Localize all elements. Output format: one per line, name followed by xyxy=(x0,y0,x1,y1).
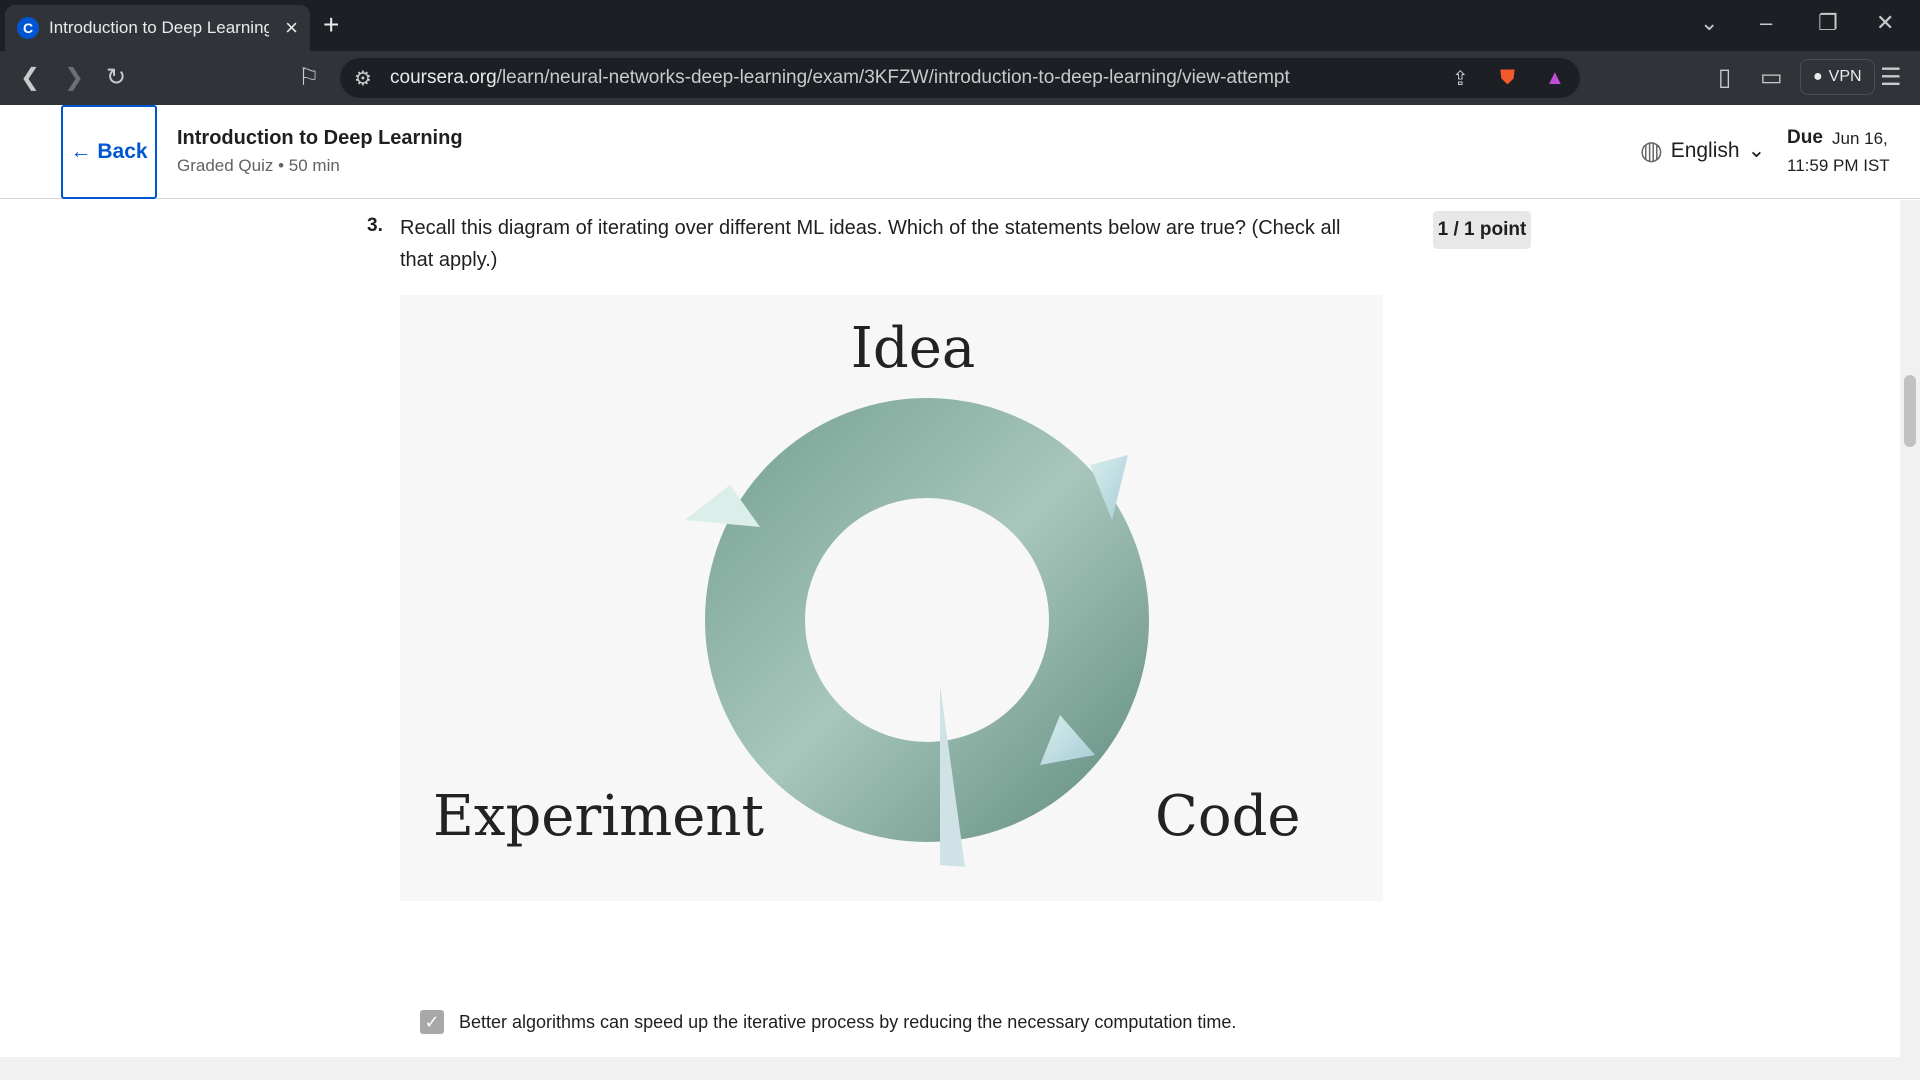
course-title: Introduction to Deep Learning xyxy=(177,127,463,149)
ml-iteration-diagram: Idea Experiment Code xyxy=(400,295,1383,901)
label-idea: Idea xyxy=(851,316,976,381)
restore-icon[interactable]: ❐ xyxy=(1818,10,1838,36)
menu-icon[interactable]: ☰ xyxy=(1880,63,1902,92)
points-badge: 1 / 1 point xyxy=(1433,211,1531,249)
vertical-scrollbar-thumb[interactable] xyxy=(1904,375,1916,447)
vpn-status-icon: ● xyxy=(1813,68,1823,85)
chevron-down-icon: ⌄ xyxy=(1747,139,1766,162)
new-tab-icon[interactable]: + xyxy=(323,9,339,41)
vertical-scrollbar[interactable] xyxy=(1900,200,1920,1057)
cycle-ring xyxy=(705,398,1149,842)
horizontal-scrollbar[interactable] xyxy=(0,1057,1920,1080)
reload-icon[interactable]: ↻ xyxy=(106,63,126,92)
browser-navbar: ❮ ❯ ↻ ⚐ ⚙ coursera.org/learn/neural-netw… xyxy=(0,51,1920,105)
due-date: Jun 16, xyxy=(1832,129,1888,148)
back-button[interactable]: ← Back xyxy=(61,105,157,199)
back-label: Back xyxy=(97,140,148,163)
share-icon[interactable]: ⇪ xyxy=(1452,66,1469,91)
browser-tabbar: C Introduction to Deep Learning | × + ⌄ … xyxy=(0,0,1920,51)
close-window-icon[interactable]: ✕ xyxy=(1876,10,1894,36)
wallet-icon[interactable]: ▭ xyxy=(1760,63,1783,92)
option-text: Better algorithms can speed up the itera… xyxy=(459,1012,1237,1032)
tab-close-icon[interactable]: × xyxy=(285,15,298,41)
answer-option[interactable]: ✓ Better algorithms can speed up the ite… xyxy=(420,1008,1239,1036)
browser-tab[interactable]: C Introduction to Deep Learning | × xyxy=(5,5,310,51)
checkbox-checked-icon[interactable]: ✓ xyxy=(420,1010,444,1034)
language-selector[interactable]: ◍ English ⌄ xyxy=(1640,135,1765,166)
url-text: coursera.org/learn/neural-networks-deep-… xyxy=(390,67,1290,88)
coursera-favicon-icon: C xyxy=(17,17,39,39)
brave-shield-icon[interactable]: ⛊ xyxy=(1500,67,1515,90)
globe-icon: ◍ xyxy=(1640,135,1663,165)
question-text: Recall this diagram of iterating over di… xyxy=(400,217,1341,271)
minimize-icon[interactable]: – xyxy=(1760,10,1772,36)
sidebar-icon[interactable]: ▯ xyxy=(1718,63,1731,92)
forward-nav-icon[interactable]: ❯ xyxy=(64,63,84,92)
brave-rewards-icon[interactable]: ▲ xyxy=(1545,67,1565,90)
quiz-header: ← Back Introduction to Deep Learning Gra… xyxy=(0,105,1920,199)
site-settings-icon[interactable]: ⚙ xyxy=(354,66,372,91)
arrow-left-icon: ← xyxy=(70,140,92,163)
course-subtitle: Graded Quiz • 50 min xyxy=(177,156,340,175)
bookmark-icon[interactable]: ⚐ xyxy=(298,63,320,92)
vpn-button[interactable]: ● VPN xyxy=(1800,59,1875,95)
back-nav-icon[interactable]: ❮ xyxy=(20,63,40,92)
question-number: 3. xyxy=(367,215,383,236)
quiz-content: 3. Recall this diagram of iterating over… xyxy=(0,200,1900,1057)
label-code: Code xyxy=(1155,784,1301,849)
due-label: Due xyxy=(1787,127,1823,148)
due-time: 11:59 PM IST xyxy=(1787,156,1890,175)
language-label: English xyxy=(1670,138,1740,162)
label-experiment: Experiment xyxy=(433,784,764,849)
address-bar[interactable]: ⚙ coursera.org/learn/neural-networks-dee… xyxy=(340,58,1580,98)
cycle-diagram-svg: Idea Experiment Code xyxy=(433,316,1301,867)
tab-title: Introduction to Deep Learning | xyxy=(49,18,269,37)
tab-list-chevron-icon[interactable]: ⌄ xyxy=(1700,10,1718,36)
vpn-label: VPN xyxy=(1828,68,1862,85)
